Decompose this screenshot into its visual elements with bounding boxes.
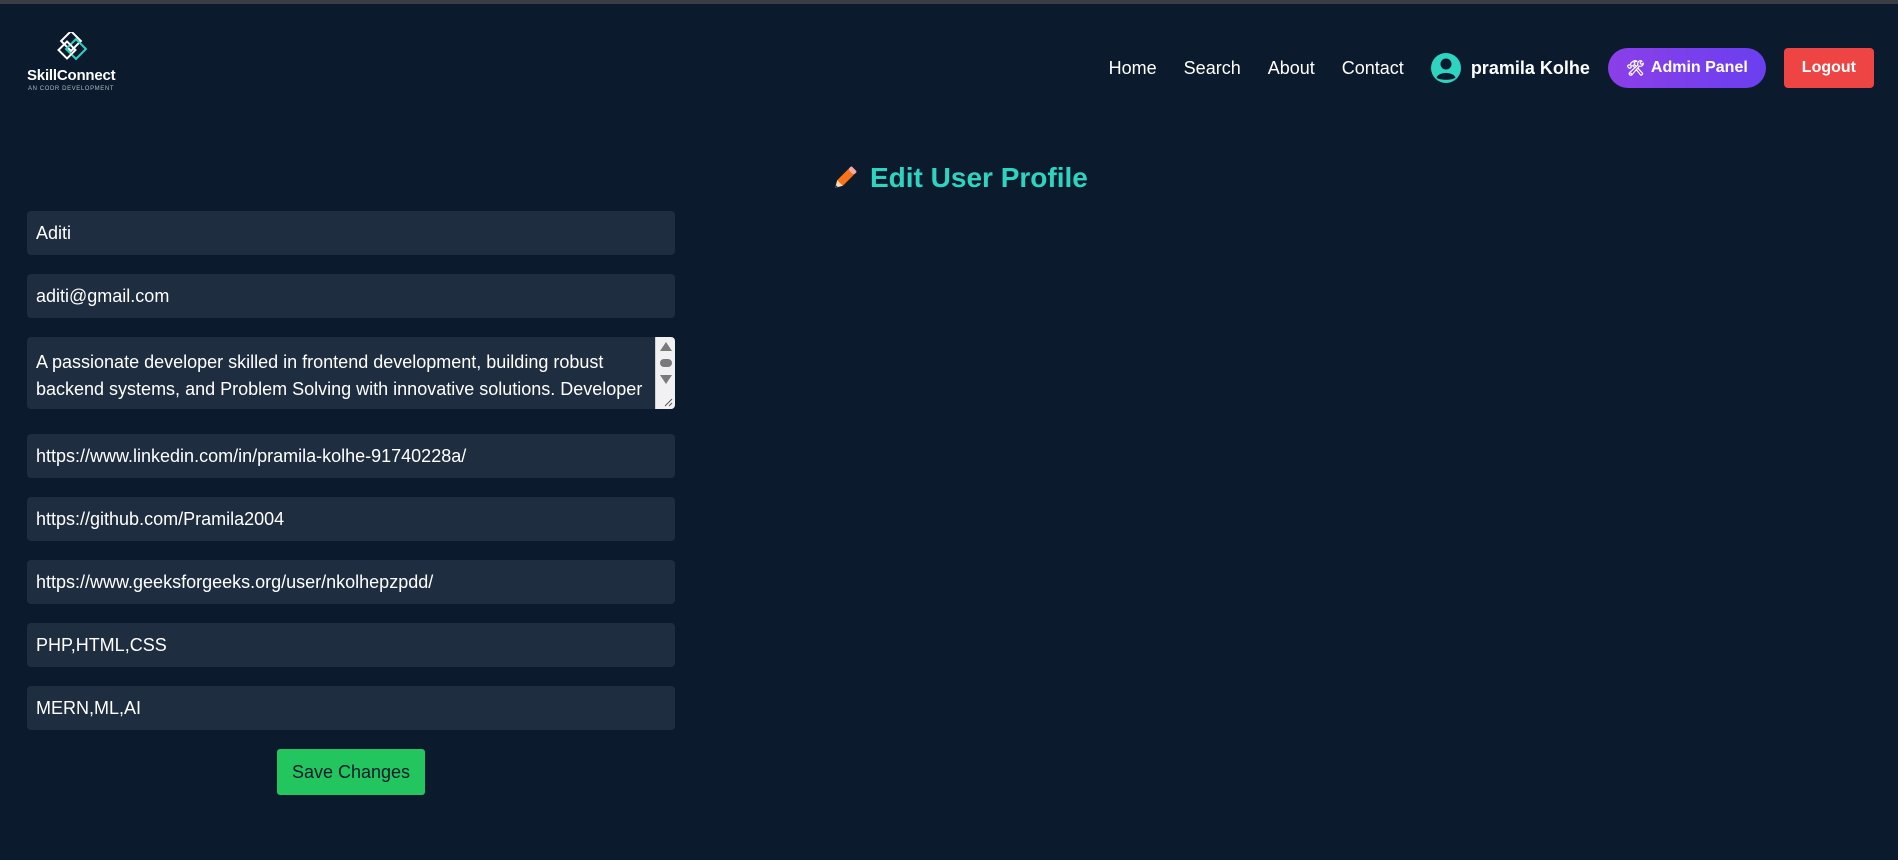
bio-textarea[interactable]: A passionate developer skilled in fronte…: [27, 337, 675, 409]
tools-icon: 🛠: [1625, 60, 1645, 77]
user-profile[interactable]: pramila Kolhe: [1430, 53, 1590, 83]
admin-panel-label: Admin Panel: [1650, 59, 1748, 76]
page-title-text: Edit User Profile: [870, 162, 1088, 193]
scroll-thumb[interactable]: [660, 359, 672, 367]
nav-search-link[interactable]: Search: [1184, 58, 1241, 79]
interests-field[interactable]: MERN,ML,AI: [27, 686, 675, 730]
bio-text: A passionate developer skilled in fronte…: [36, 352, 643, 399]
bio-scrollbar[interactable]: [655, 337, 675, 409]
nav-contact-link[interactable]: Contact: [1342, 58, 1404, 79]
diamond-logo-icon: [57, 32, 88, 61]
admin-panel-button[interactable]: 🛠 Admin Panel: [1607, 48, 1766, 88]
navbar: SkillConnect AN CODR DEVELOPMENT Home Se…: [0, 4, 1898, 130]
linkedin-field[interactable]: https://www.linkedin.com/in/pramila-kolh…: [27, 434, 675, 478]
github-field[interactable]: https://github.com/Pramila2004: [27, 497, 675, 541]
resize-grip-icon[interactable]: [663, 397, 673, 407]
page-title: Edit User Profile: [830, 158, 1088, 198]
user-circle-icon: [1430, 53, 1461, 83]
user-name: pramila Kolhe: [1470, 57, 1590, 78]
brand-tagline: AN CODR DEVELOPMENT: [28, 86, 115, 92]
email-field[interactable]: aditi@gmail.com: [27, 274, 675, 318]
scroll-up-arrow-icon[interactable]: [660, 342, 672, 351]
name-field[interactable]: Aditi: [27, 211, 675, 255]
save-changes-button[interactable]: Save Changes: [277, 749, 425, 795]
nav-about-link[interactable]: About: [1268, 58, 1315, 79]
gfg-field[interactable]: https://www.geeksforgeeks.org/user/nkolh…: [27, 560, 675, 604]
brand-logo[interactable]: SkillConnect AN CODR DEVELOPMENT: [27, 32, 123, 98]
logout-button[interactable]: Logout: [1783, 48, 1874, 88]
nav-home-link[interactable]: Home: [1109, 58, 1157, 79]
pencil-icon: [835, 166, 857, 188]
main-nav: Home Search About Contact pramila Kolhe …: [1109, 48, 1874, 88]
scroll-down-arrow-icon[interactable]: [660, 375, 672, 384]
brand-name: SkillConnect: [27, 67, 116, 84]
skills-field[interactable]: PHP,HTML,CSS: [27, 623, 675, 667]
